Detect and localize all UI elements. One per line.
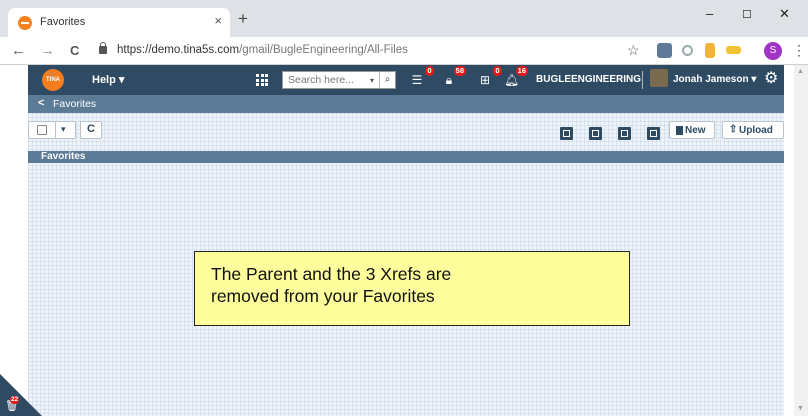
extension-icon[interactable] bbox=[657, 43, 672, 58]
lock-icon bbox=[99, 42, 107, 54]
tina-favicon-icon bbox=[18, 16, 32, 30]
trash-badge: 22 bbox=[10, 396, 20, 404]
refresh-button[interactable]: C bbox=[80, 121, 102, 139]
scroll-down-icon[interactable]: ▼ bbox=[797, 405, 804, 412]
bookmark-star-icon[interactable]: ☆ bbox=[627, 42, 640, 59]
chevron-left-icon[interactable]: < bbox=[38, 97, 44, 109]
upload-icon: ⇧ bbox=[729, 124, 738, 135]
search-scope-dropdown[interactable]: ▾ bbox=[370, 76, 374, 85]
tab-title: Favorites bbox=[40, 16, 86, 28]
profile-avatar[interactable]: S bbox=[764, 42, 782, 60]
lock-notification-icon[interactable]: 🔒︎ 58 bbox=[442, 66, 466, 87]
help-menu[interactable]: Help ▾ bbox=[92, 73, 124, 86]
close-window-button[interactable]: ✕ bbox=[779, 6, 790, 22]
new-button[interactable]: New bbox=[669, 121, 715, 139]
divider bbox=[55, 122, 56, 138]
user-menu[interactable]: Jonah Jameson ▾ bbox=[673, 74, 756, 85]
search-icon[interactable]: ⌕ bbox=[379, 72, 395, 88]
gear-icon[interactable]: ⚙ bbox=[764, 71, 778, 87]
minimize-button[interactable]: – bbox=[706, 6, 713, 21]
extension-circle-icon[interactable] bbox=[682, 45, 693, 56]
header-divider bbox=[642, 71, 643, 89]
breadcrumb-label[interactable]: Favorites bbox=[53, 98, 96, 110]
user-avatar[interactable] bbox=[650, 69, 668, 87]
list-view-icon[interactable] bbox=[560, 127, 573, 140]
breadcrumb: < Favorites bbox=[28, 95, 784, 113]
apps-grid-icon[interactable] bbox=[256, 74, 268, 86]
upload-button-label: Upload bbox=[739, 125, 773, 136]
folder-view-icon[interactable] bbox=[589, 127, 602, 140]
url-host: https://demo.tina5s.com bbox=[117, 44, 240, 56]
browser-menu-icon[interactable]: ⋮ bbox=[792, 42, 806, 59]
extension-pencil-icon[interactable] bbox=[705, 43, 715, 58]
tina-logo[interactable]: TINA bbox=[42, 69, 64, 91]
select-all-checkbox[interactable] bbox=[37, 125, 47, 135]
notification-callout: The Parent and the 3 Xrefs are removed f… bbox=[194, 251, 630, 326]
new-tab-button[interactable]: + bbox=[238, 10, 248, 27]
lock-badge: 58 bbox=[453, 66, 466, 76]
callout-line-1: The Parent and the 3 Xrefs are bbox=[211, 264, 452, 284]
scrollbar[interactable] bbox=[794, 65, 808, 416]
back-arrow-icon[interactable]: ← bbox=[11, 42, 26, 59]
search-input[interactable] bbox=[283, 72, 365, 88]
section-title: Favorites bbox=[41, 151, 86, 162]
maximize-button[interactable]: ☐ bbox=[742, 8, 752, 21]
refresh-icon: C bbox=[87, 123, 95, 135]
hierarchy-badge: 0 bbox=[493, 66, 502, 76]
scroll-up-icon[interactable]: ▲ bbox=[797, 68, 804, 75]
archive-view-icon[interactable] bbox=[647, 127, 660, 140]
checklist-badge: 0 bbox=[425, 66, 434, 76]
browser-tab[interactable]: Favorites × bbox=[8, 8, 230, 37]
url-path: /gmail/BugleEngineering/All-Files bbox=[239, 44, 408, 56]
callout-line-2: removed from your Favorites bbox=[211, 286, 435, 306]
reload-icon[interactable]: C bbox=[70, 43, 79, 58]
bell-badge: 16 bbox=[515, 66, 528, 76]
select-all-dropdown[interactable]: ▾ bbox=[28, 121, 76, 139]
address-bar[interactable]: https://demo.tina5s.com/gmail/BugleEngin… bbox=[117, 44, 408, 56]
browser-tab-strip: Favorites × + – ☐ ✕ bbox=[0, 0, 808, 37]
tab-close-icon[interactable]: × bbox=[214, 13, 222, 28]
document-icon bbox=[676, 126, 683, 135]
bell-icon[interactable]: 🔔︎ 16 bbox=[504, 66, 528, 87]
upload-button[interactable]: ⇧ Upload bbox=[722, 121, 784, 139]
checklist-icon[interactable]: ☰ 0 bbox=[410, 66, 434, 87]
chevron-down-icon: ▾ bbox=[61, 124, 66, 134]
company-name[interactable]: BUGLEENGINEERING bbox=[536, 74, 641, 85]
forward-arrow-icon[interactable]: → bbox=[40, 42, 55, 59]
search-box: ▾ ⌕ bbox=[282, 71, 396, 89]
section-header: Favorites bbox=[28, 151, 784, 163]
extension-wave-icon[interactable] bbox=[726, 46, 741, 54]
app-header: TINA Help ▾ ▾ ⌕ ☰0 🔒︎58 ⊞0 🔔︎16 BUGLEENG… bbox=[28, 65, 784, 95]
browser-toolbar: ← → C https://demo.tina5s.com/gmail/Bugl… bbox=[0, 37, 808, 65]
new-button-label: New bbox=[685, 125, 706, 136]
hierarchy-icon[interactable]: ⊞ 0 bbox=[478, 66, 502, 87]
favorites-view-icon[interactable] bbox=[618, 127, 631, 140]
